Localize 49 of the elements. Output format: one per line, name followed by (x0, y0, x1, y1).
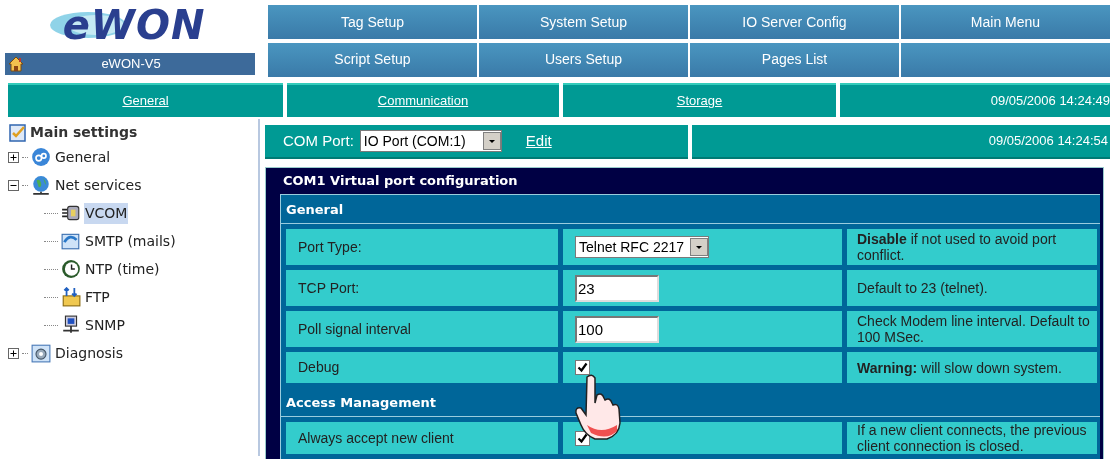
menu-button[interactable]: Pages List (690, 42, 899, 77)
expand-icon[interactable] (8, 347, 19, 359)
menu-button[interactable]: Script Setup (268, 42, 477, 77)
tree-item[interactable]: General (54, 146, 112, 168)
input-field[interactable]: 100 (575, 315, 659, 343)
menu-button[interactable]: System Setup (479, 5, 688, 39)
device-name: eWON-V5 (100, 55, 162, 74)
expand-icon[interactable] (8, 151, 19, 163)
checkbox[interactable] (575, 360, 590, 375)
field-label: Port Type: (286, 229, 558, 265)
timestamp: 09/05/2006 14:24:54 (988, 132, 1108, 151)
tree-item[interactable]: Net services (54, 174, 143, 196)
serial-port-icon (61, 203, 81, 223)
tree-item[interactable]: FTP (84, 286, 111, 308)
com-port-label: COM Port: (283, 130, 354, 151)
computer-icon (61, 315, 81, 335)
help-text: Disable if not used to avoid port conflict. (857, 231, 1058, 263)
field-label: Poll signal interval (286, 311, 558, 347)
folder-arrows-icon (61, 287, 81, 307)
help-text: Check Modem line interval. Default to 100 MSec. (857, 313, 1091, 345)
com-port-select[interactable]: IO Port (COM:1) (359, 130, 502, 152)
timestamp: 09/05/2006 14:24:49 (990, 92, 1110, 111)
tree-item[interactable]: SNMP (84, 314, 126, 336)
tree-item[interactable]: NTP (time) (84, 258, 161, 280)
section-header: General (281, 195, 1100, 224)
help-text: If a new client connects, the previous client connection is closed. (857, 422, 1088, 454)
panel-title: COM1 Virtual port configuration (282, 172, 519, 190)
home-icon[interactable] (7, 55, 25, 73)
field-label: Always accept new client (286, 422, 558, 454)
logo: eWON (44, 4, 224, 46)
field-label: Debug (286, 352, 558, 383)
collapse-icon[interactable] (8, 179, 19, 191)
tree-item[interactable]: SMTP (mails) (84, 230, 177, 252)
tree-item[interactable]: VCOM (84, 202, 129, 224)
checklist-icon (8, 122, 28, 143)
field-label: TCP Port: (286, 270, 558, 306)
menu-button[interactable]: Main Menu (901, 5, 1110, 39)
help-text: Default to 23 (telnet). (857, 280, 988, 296)
tree-title: Main settings (30, 123, 138, 142)
clock-icon (61, 259, 81, 279)
port-type-select[interactable]: Telnet RFC 2217 (575, 236, 709, 258)
globe-icon (31, 175, 51, 195)
menu-button[interactable]: Users Setup (479, 42, 688, 77)
gears-icon (31, 147, 51, 167)
menu-button[interactable]: Tag Setup (268, 5, 477, 39)
help-text: Warning: will slow down system. (857, 359, 1062, 376)
menu-button[interactable]: IO Server Config (690, 5, 899, 39)
tree-item[interactable]: Diagnosis (54, 342, 125, 364)
input-field[interactable]: 23 (575, 274, 659, 302)
